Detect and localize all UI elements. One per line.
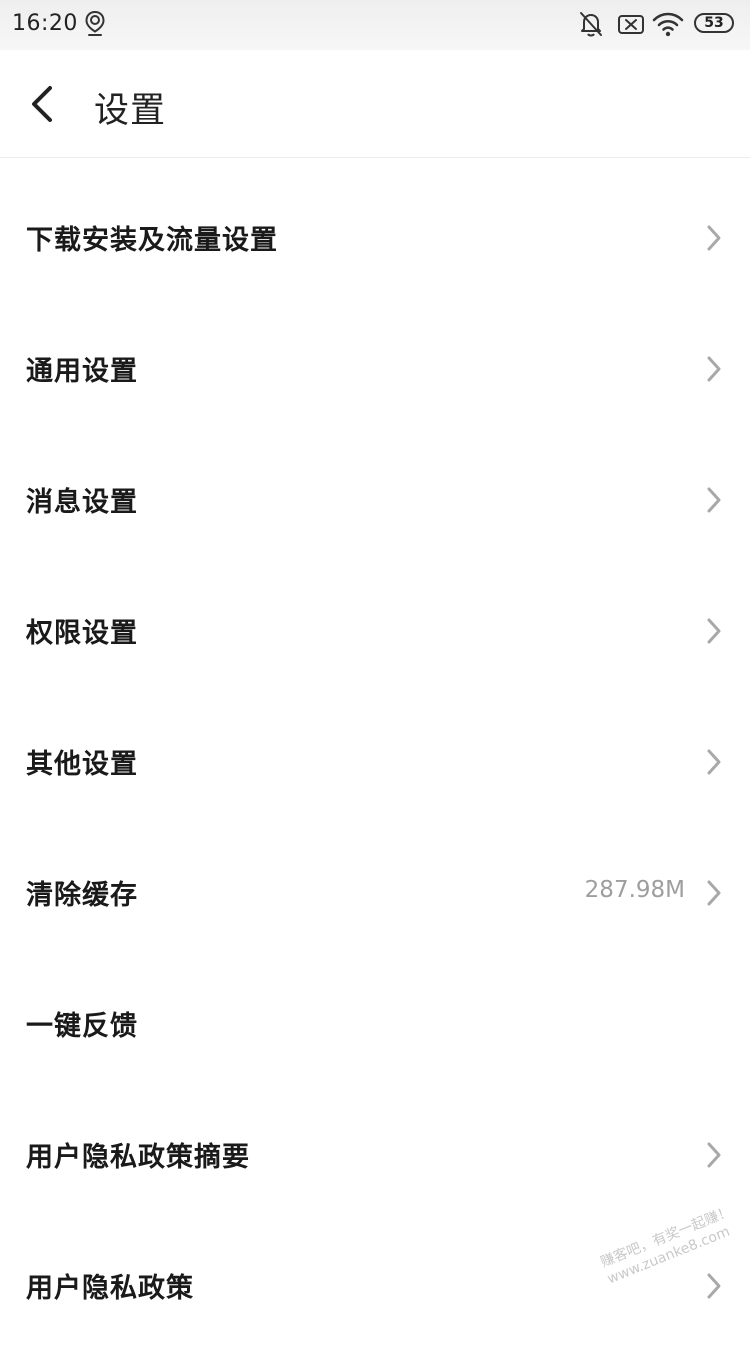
settings-item-download-install-traffic[interactable]: 下载安装及流量设置: [0, 172, 750, 303]
status-bar: 16:20 53: [0, 0, 750, 50]
sim-x-icon: [618, 15, 644, 34]
settings-item-label: 用户隐私政策: [26, 1273, 194, 1304]
chevron-right-icon: [707, 618, 721, 644]
settings-item-label: 其他设置: [26, 749, 138, 780]
settings-item-label: 消息设置: [26, 487, 138, 518]
settings-item-feedback[interactable]: 一键反馈: [0, 958, 750, 1089]
status-time: 16:20: [12, 11, 78, 36]
page-header: 设置: [0, 50, 750, 158]
chevron-right-icon: [707, 1142, 721, 1168]
settings-item-label: 权限设置: [26, 618, 138, 649]
settings-item-label: 一键反馈: [26, 1011, 138, 1042]
chevron-left-icon: [32, 86, 52, 122]
settings-item-label: 下载安装及流量设置: [26, 225, 278, 256]
settings-item-permissions[interactable]: 权限设置: [0, 565, 750, 696]
back-button[interactable]: [22, 78, 66, 130]
battery-icon: 53: [694, 13, 734, 33]
map-pin-icon: [85, 10, 105, 36]
chevron-right-icon: [707, 880, 721, 906]
settings-item-label: 清除缓存: [26, 880, 138, 911]
chevron-right-icon: [707, 356, 721, 382]
page-title: 设置: [94, 91, 167, 131]
chevron-right-icon: [707, 487, 721, 513]
settings-item-privacy-summary[interactable]: 用户隐私政策摘要: [0, 1089, 750, 1220]
chevron-right-icon: [707, 225, 721, 251]
settings-item-label: 用户隐私政策摘要: [26, 1142, 250, 1173]
settings-item-clear-cache[interactable]: 清除缓存 287.98M: [0, 827, 750, 958]
settings-item-messages[interactable]: 消息设置: [0, 434, 750, 565]
chevron-right-icon: [707, 749, 721, 775]
bell-off-icon: [580, 12, 602, 37]
wifi-icon: [652, 12, 684, 37]
cache-size-value: 287.98M: [584, 877, 685, 903]
settings-item-other[interactable]: 其他设置: [0, 696, 750, 827]
chevron-right-icon: [707, 1273, 721, 1299]
battery-level: 53: [704, 15, 724, 31]
settings-list: 下载安装及流量设置 通用设置 消息设置 权限设置 其他设置 清除缓存 287.9…: [0, 172, 750, 1351]
settings-item-label: 通用设置: [26, 356, 138, 387]
settings-item-general[interactable]: 通用设置: [0, 303, 750, 434]
